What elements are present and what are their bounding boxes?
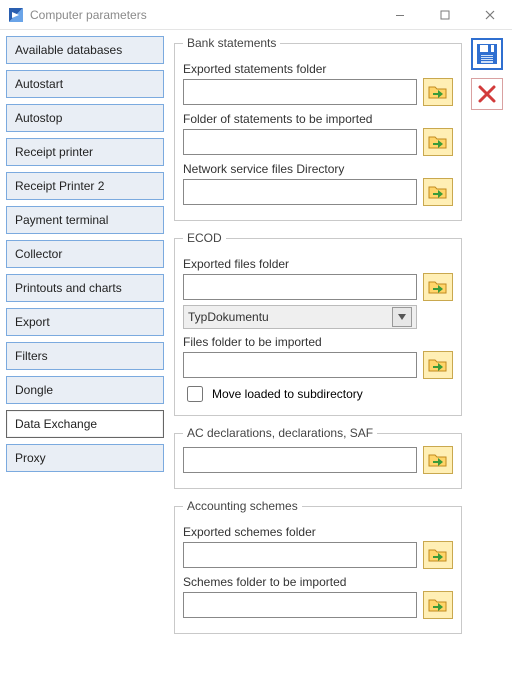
tab-label: Printouts and charts [15,281,122,295]
bank-import-folder-input[interactable] [183,129,417,155]
group-bank-statements: Bank statements Exported statements fold… [174,36,462,221]
group-accounting-schemes: Accounting schemes Exported schemes fold… [174,499,462,634]
bank-network-label: Network service files Directory [183,162,453,176]
tab-label: Autostop [15,111,62,125]
tab-autostart[interactable]: Autostart [6,70,164,98]
group-bank-legend: Bank statements [183,36,280,50]
bank-network-browse-button[interactable] [423,178,453,206]
schemes-exported-label: Exported schemes folder [183,525,453,539]
window-title: Computer parameters [30,8,147,22]
close-button[interactable] [467,0,512,30]
minimize-button[interactable] [377,0,422,30]
folder-open-icon [427,355,449,375]
schemes-import-folder-input[interactable] [183,592,417,618]
tab-data-exchange[interactable]: Data Exchange [6,410,164,438]
ecod-exported-label: Exported files folder [183,257,453,271]
tab-export[interactable]: Export [6,308,164,336]
tab-autostop[interactable]: Autostop [6,104,164,132]
tab-label: Payment terminal [15,213,108,227]
schemes-import-label: Schemes folder to be imported [183,575,453,589]
tab-printouts-and-charts[interactable]: Printouts and charts [6,274,164,302]
folder-open-icon [427,595,449,615]
save-button[interactable] [471,38,503,70]
bank-import-browse-button[interactable] [423,128,453,156]
ecod-move-loaded-checkbox[interactable] [187,386,203,402]
group-ac-declarations: AC declarations, declarations, SAF [174,426,462,489]
bank-network-folder-input[interactable] [183,179,417,205]
folder-open-icon [427,82,449,102]
folder-open-icon [427,277,449,297]
tabs-sidebar: Available databases Autostart Autostop Rece… [6,36,164,681]
group-ac-legend: AC declarations, declarations, SAF [183,426,377,440]
ecod-import-browse-button[interactable] [423,351,453,379]
bank-exported-folder-input[interactable] [183,79,417,105]
tab-label: Available databases [15,43,122,57]
schemes-exported-folder-input[interactable] [183,542,417,568]
group-schemes-legend: Accounting schemes [183,499,302,513]
main-panel: Bank statements Exported statements fold… [164,36,468,681]
tab-label: Proxy [15,451,46,465]
tab-receipt-printer[interactable]: Receipt printer [6,138,164,166]
tab-label: Receipt printer [15,145,93,159]
ecod-import-label: Files folder to be imported [183,335,453,349]
tab-label: Autostart [15,77,63,91]
bank-exported-browse-button[interactable] [423,78,453,106]
tab-proxy[interactable]: Proxy [6,444,164,472]
close-icon [477,84,497,104]
floppy-disk-icon [475,42,499,66]
tab-filters[interactable]: Filters [6,342,164,370]
ac-folder-input[interactable] [183,447,417,473]
titlebar: Computer parameters [0,0,512,30]
action-column [468,36,512,681]
tab-label: Export [15,315,50,329]
bank-import-label: Folder of statements to be imported [183,112,453,126]
app-icon [8,7,24,23]
bank-exported-label: Exported statements folder [183,62,453,76]
ecod-exported-folder-input[interactable] [183,274,417,300]
tab-label: Dongle [15,383,53,397]
chevron-down-icon [392,307,412,327]
ecod-doc-type-dropdown[interactable]: TypDokumentu [183,305,417,329]
folder-open-icon [427,450,449,470]
schemes-exported-browse-button[interactable] [423,541,453,569]
ecod-move-loaded-label: Move loaded to subdirectory [212,387,363,401]
tab-receipt-printer-2[interactable]: Receipt Printer 2 [6,172,164,200]
maximize-button[interactable] [422,0,467,30]
ecod-import-folder-input[interactable] [183,352,417,378]
tab-available-databases[interactable]: Available databases [6,36,164,64]
ecod-doc-type-value: TypDokumentu [188,310,269,324]
folder-open-icon [427,182,449,202]
ecod-exported-browse-button[interactable] [423,273,453,301]
ac-browse-button[interactable] [423,446,453,474]
tab-collector[interactable]: Collector [6,240,164,268]
tab-label: Collector [15,247,62,261]
tab-label: Data Exchange [15,417,97,431]
folder-open-icon [427,545,449,565]
schemes-import-browse-button[interactable] [423,591,453,619]
cancel-button[interactable] [471,78,503,110]
tab-dongle[interactable]: Dongle [6,376,164,404]
group-ecod-legend: ECOD [183,231,226,245]
group-ecod: ECOD Exported files folder TypDokumentu … [174,231,462,416]
tab-payment-terminal[interactable]: Payment terminal [6,206,164,234]
folder-open-icon [427,132,449,152]
tab-label: Receipt Printer 2 [15,179,104,193]
tab-label: Filters [15,349,48,363]
